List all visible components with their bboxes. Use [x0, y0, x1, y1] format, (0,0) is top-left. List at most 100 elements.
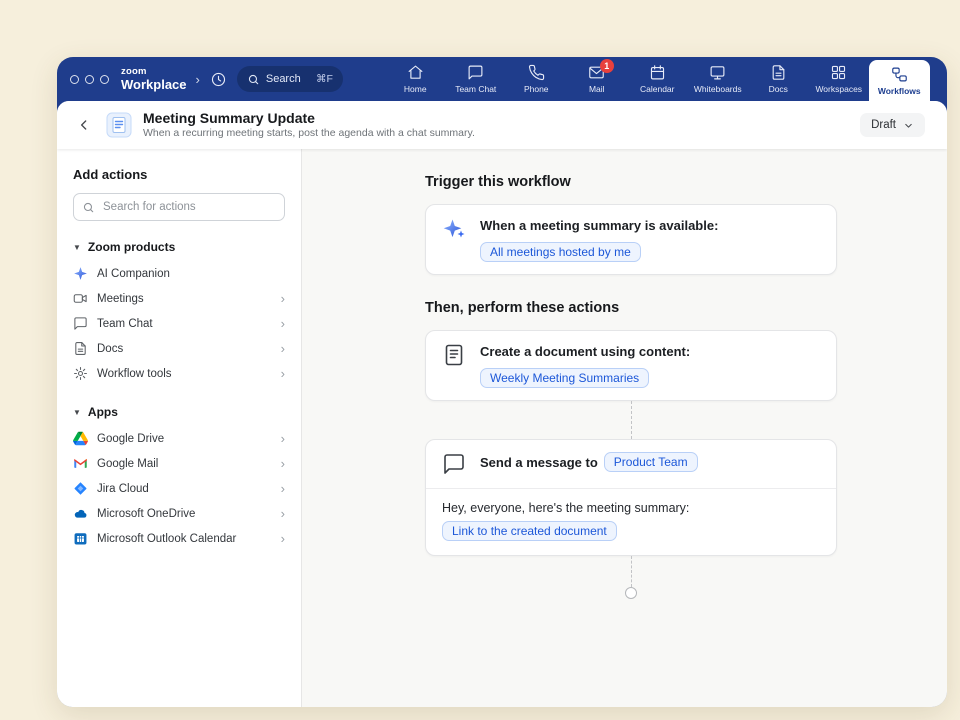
nav-item-workspaces[interactable]: Workspaces [809, 57, 870, 101]
top-navigation: zoom Workplace › Search ⌘F Home [57, 57, 947, 101]
chevron-right-icon: › [281, 367, 285, 380]
actions-search[interactable] [73, 193, 285, 221]
content-area: Meeting Summary Update When a recurring … [57, 101, 947, 707]
sidebar-item-microsoft-outlook-calendar[interactable]: Microsoft Outlook Calendar › [73, 526, 285, 551]
sidebar-item-google-drive[interactable]: Google Drive › [73, 426, 285, 451]
chevron-right-icon: › [281, 342, 285, 355]
whiteboards-icon [709, 64, 726, 81]
trigger-text: When a meeting summary is available: [480, 217, 718, 236]
search-shortcut: ⌘F [316, 73, 333, 85]
zoom-workplace-logo: zoom Workplace [121, 67, 187, 91]
nav-left-cluster: zoom Workplace › Search ⌘F [57, 57, 385, 101]
chevron-down-icon [903, 120, 914, 131]
sidebar-item-meetings[interactable]: Meetings › [73, 286, 285, 311]
team-chat-icon [73, 316, 88, 331]
workspaces-icon [830, 64, 847, 81]
ai-sparkle-icon [442, 217, 466, 241]
chat-bubble-icon [442, 452, 466, 476]
workflow-thumbnail-icon [106, 112, 132, 138]
section-header-apps[interactable]: ▼ Apps [73, 405, 285, 419]
section-zoom-products: ▼ Zoom products AI Companion Meetings › [73, 240, 285, 386]
sidebar-item-google-mail[interactable]: Google Mail › [73, 451, 285, 476]
connector-line [631, 556, 632, 587]
home-icon [407, 64, 424, 81]
nav-item-phone[interactable]: Phone [506, 57, 567, 101]
chevron-right-icon: › [281, 507, 285, 520]
nav-item-workflows[interactable]: Workflows [869, 60, 930, 101]
document-link-tag[interactable]: Link to the created document [442, 521, 617, 541]
document-icon [442, 343, 466, 367]
chevron-right-icon: › [281, 532, 285, 545]
back-button[interactable] [73, 114, 95, 136]
phone-icon [528, 64, 545, 81]
sidebar-item-jira-cloud[interactable]: Jira Cloud › [73, 476, 285, 501]
history-icon[interactable] [209, 69, 229, 89]
actions-sidebar: Add actions ▼ Zoom products AI Companion [57, 149, 302, 707]
page-subtitle: When a recurring meeting starts, post th… [143, 128, 475, 139]
gear-icon [73, 366, 88, 381]
nav-item-home[interactable]: Home [385, 57, 446, 101]
sidebar-item-docs[interactable]: Docs › [73, 336, 285, 361]
sidebar-title: Add actions [73, 167, 285, 182]
nav-tabs: Home Team Chat Phone Mail 1 Calendar [385, 57, 947, 101]
recipient-tag[interactable]: Product Team [604, 452, 698, 472]
create-document-card[interactable]: Create a document using content: Weekly … [425, 330, 837, 401]
window-control-dot[interactable] [70, 75, 79, 84]
jira-icon [73, 481, 88, 496]
status-badge: Draft [871, 119, 896, 131]
chevron-right-icon: › [281, 317, 285, 330]
search-icon [82, 201, 95, 214]
sidebar-item-team-chat[interactable]: Team Chat › [73, 311, 285, 336]
nav-item-team-chat[interactable]: Team Chat [446, 57, 507, 101]
ai-companion-icon [73, 266, 88, 281]
search-label: Search [266, 73, 301, 85]
message-body-text: Hey, everyone, here's the meeting summar… [442, 501, 820, 515]
send-message-text: Send a message to [480, 455, 598, 470]
create-document-text: Create a document using content: [480, 343, 690, 362]
chevron-right-icon: › [281, 432, 285, 445]
trigger-scope-tag[interactable]: All meetings hosted by me [480, 242, 641, 262]
team-chat-icon [467, 64, 484, 81]
caret-down-icon: ▼ [73, 243, 81, 252]
section-apps: ▼ Apps Google Drive › Google Mail › [73, 405, 285, 551]
chevron-right-icon[interactable]: › [195, 72, 201, 87]
global-search[interactable]: Search ⌘F [237, 66, 343, 92]
search-icon [247, 73, 260, 86]
chevron-right-icon: › [281, 292, 285, 305]
mail-unread-badge: 1 [600, 59, 614, 73]
nav-item-more[interactable]: More [930, 57, 948, 101]
nav-item-whiteboards[interactable]: Whiteboards [688, 57, 749, 101]
sidebar-item-microsoft-onedrive[interactable]: Microsoft OneDrive › [73, 501, 285, 526]
nav-item-calendar[interactable]: Calendar [627, 57, 688, 101]
app-window: zoom Workplace › Search ⌘F Home [57, 57, 947, 707]
trigger-card[interactable]: When a meeting summary is available: All… [425, 204, 837, 275]
actions-heading: Then, perform these actions [425, 300, 837, 316]
title-block: Meeting Summary Update When a recurring … [143, 111, 475, 139]
chevron-right-icon: › [281, 482, 285, 495]
google-mail-icon [73, 456, 88, 471]
nav-item-mail[interactable]: Mail 1 [567, 57, 628, 101]
workflow-header: Meeting Summary Update When a recurring … [57, 101, 947, 149]
docs-icon [73, 341, 88, 356]
caret-down-icon: ▼ [73, 408, 81, 417]
section-header-zoom-products[interactable]: ▼ Zoom products [73, 240, 285, 254]
document-content-tag[interactable]: Weekly Meeting Summaries [480, 368, 649, 388]
connector-line [631, 401, 632, 439]
sidebar-item-ai-companion[interactable]: AI Companion [73, 261, 285, 286]
google-drive-icon [73, 431, 88, 446]
docs-icon [770, 64, 787, 81]
workflows-icon [891, 66, 908, 83]
send-message-card[interactable]: Send a message to Product Team Hey, every… [425, 439, 837, 556]
nav-item-docs[interactable]: Docs [748, 57, 809, 101]
chevron-right-icon: › [281, 457, 285, 470]
status-dropdown[interactable]: Draft [860, 113, 925, 137]
search-input[interactable] [101, 200, 276, 214]
workflow-canvas: Trigger this workflow When a meeting sum… [302, 149, 947, 707]
sidebar-item-workflow-tools[interactable]: Workflow tools › [73, 361, 285, 386]
calendar-icon [649, 64, 666, 81]
meetings-icon [73, 291, 88, 306]
window-controls[interactable] [70, 75, 109, 84]
window-control-dot[interactable] [100, 75, 109, 84]
window-control-dot[interactable] [85, 75, 94, 84]
outlook-calendar-icon [73, 531, 88, 546]
